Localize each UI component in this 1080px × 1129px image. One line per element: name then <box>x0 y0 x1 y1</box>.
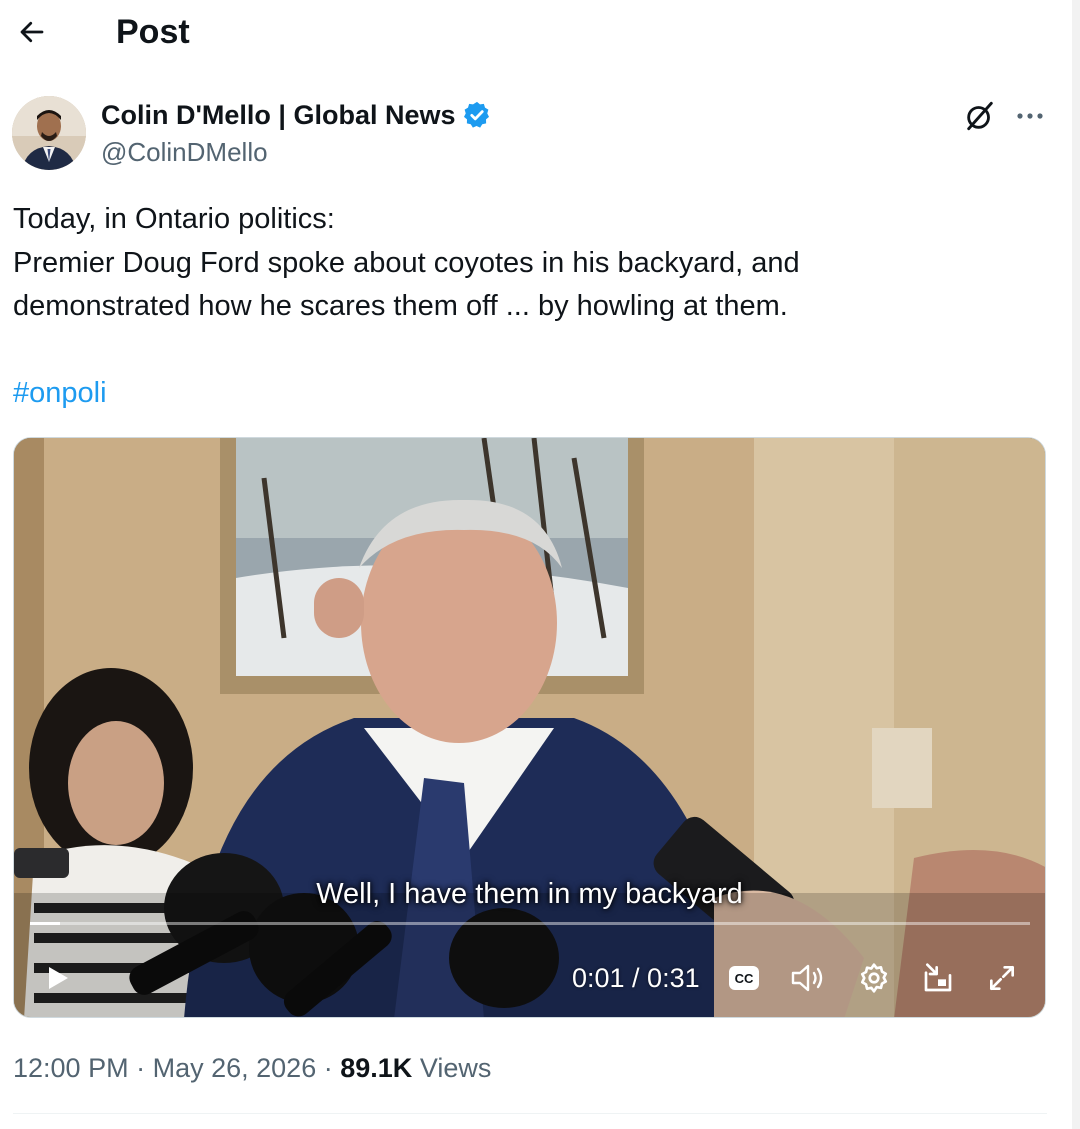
views-label: Views <box>419 1053 492 1083</box>
page-scrollbar[interactable] <box>1072 0 1080 1129</box>
post-text: Today, in Ontario politics: Premier Doug… <box>13 198 1053 329</box>
post-text-line: demonstrated how he scares them off ... … <box>13 290 788 322</box>
fullscreen-icon <box>990 966 1014 990</box>
meta-separator: · <box>136 1053 146 1083</box>
fullscreen-button[interactable] <box>980 954 1024 1002</box>
video-player[interactable]: Well, I have them in my backyard 0:01 / … <box>13 437 1046 1018</box>
grok-button[interactable] <box>960 96 1000 136</box>
post-text-line: Today, in Ontario politics: <box>13 203 335 235</box>
post-text-line: Premier Doug Ford spoke about coyotes in… <box>13 246 800 279</box>
captions-button[interactable]: CC <box>724 954 764 1002</box>
captions-label: CC <box>735 971 754 986</box>
post-time-link[interactable]: 12:00 PM <box>13 1053 129 1083</box>
video-progress-bar[interactable] <box>30 922 1030 925</box>
verified-badge-icon <box>463 101 489 128</box>
more-button[interactable] <box>1008 96 1052 136</box>
author-display-name: Colin D'Mello | Global News <box>101 100 456 130</box>
views-count: 89.1K <box>340 1053 413 1083</box>
more-icon <box>1017 113 1043 119</box>
post-date-link[interactable]: May 26, 2026 <box>153 1053 317 1083</box>
settings-icon <box>860 963 888 993</box>
pip-icon <box>924 963 952 992</box>
header: Post <box>0 0 1080 66</box>
hashtag-link[interactable]: #onpoli <box>13 372 107 415</box>
avatar[interactable] <box>12 96 86 170</box>
author-handle[interactable]: @ColinDMello <box>101 136 268 168</box>
page-title: Post <box>116 13 190 51</box>
video-progress-fill <box>30 922 60 925</box>
grok-icon <box>967 101 993 131</box>
arrow-left-icon <box>20 21 44 43</box>
volume-icon <box>791 964 823 992</box>
video-frame <box>14 438 1045 1017</box>
play-icon <box>49 967 68 989</box>
video-controls: 0:01 / 0:31 CC <box>14 954 1045 1004</box>
video-time: 0:01 / 0:31 <box>572 963 700 993</box>
video-caption: Well, I have them in my backyard <box>316 878 743 910</box>
captions-icon: CC <box>729 966 759 990</box>
meta-separator: · <box>323 1053 333 1083</box>
settings-button[interactable] <box>852 954 896 1002</box>
author-name[interactable]: Colin D'Mello | Global News <box>101 98 492 132</box>
play-button[interactable] <box>36 954 80 1002</box>
divider <box>13 1113 1047 1114</box>
pip-button[interactable] <box>916 954 960 1002</box>
back-button[interactable] <box>14 14 50 50</box>
post-meta: 12:00 PM · May 26, 2026 · 89.1K Views <box>13 1050 491 1086</box>
volume-button[interactable] <box>786 954 830 1002</box>
